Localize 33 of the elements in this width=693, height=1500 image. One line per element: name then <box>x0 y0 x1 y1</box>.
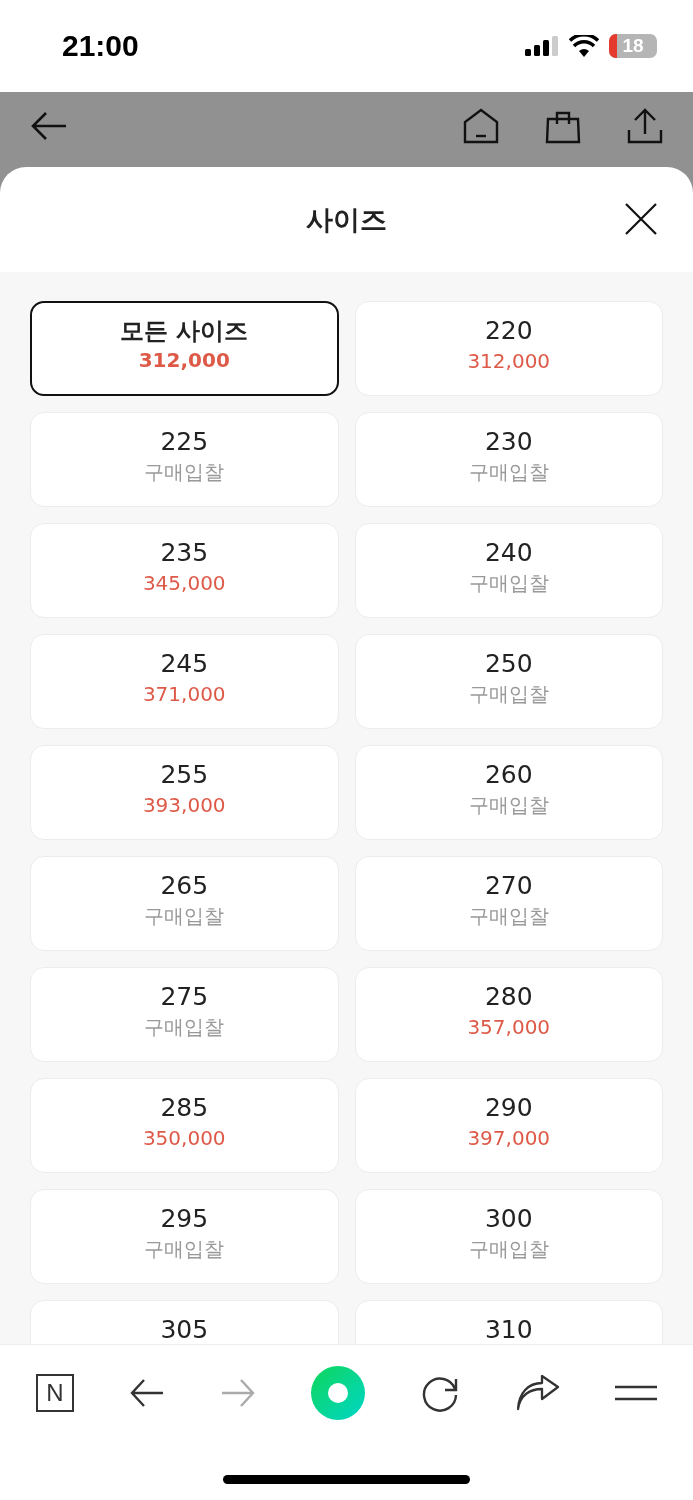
size-option[interactable]: 285 350,000 <box>30 1078 339 1173</box>
size-option[interactable]: 275 구매입찰 <box>30 967 339 1062</box>
status-time: 21:00 <box>62 29 139 63</box>
size-option[interactable]: 250 구매입찰 <box>354 634 663 729</box>
size-option[interactable]: 255 393,000 <box>30 745 339 840</box>
size-option[interactable]: 230 구매입찰 <box>354 412 663 507</box>
size-option[interactable]: 240 구매입찰 <box>354 523 663 618</box>
size-option[interactable]: 310 <box>354 1300 663 1344</box>
size-option[interactable]: 300 구매입찰 <box>354 1189 663 1284</box>
size-option[interactable]: 245 371,000 <box>30 634 339 729</box>
wifi-icon <box>569 35 599 57</box>
size-option[interactable]: 235 345,000 <box>30 523 339 618</box>
home-icon[interactable] <box>463 107 499 144</box>
size-option[interactable]: 265 구매입찰 <box>30 856 339 951</box>
size-option[interactable]: 모든 사이즈 312,000 <box>30 301 339 396</box>
size-option[interactable]: 305 <box>30 1300 339 1344</box>
size-option[interactable]: 220 312,000 <box>354 301 663 396</box>
signal-icon <box>525 36 559 56</box>
size-option[interactable]: 295 구매입찰 <box>30 1189 339 1284</box>
size-option[interactable]: 290 397,000 <box>354 1078 663 1173</box>
size-option[interactable]: 225 구매입찰 <box>30 412 339 507</box>
back-arrow-icon[interactable] <box>129 1378 166 1408</box>
size-option[interactable]: 280 357,000 <box>354 967 663 1062</box>
sheet-title: 사이즈 <box>306 202 387 237</box>
menu-icon[interactable] <box>614 1385 657 1401</box>
share-icon[interactable] <box>627 107 663 144</box>
n-logo-button[interactable]: N <box>36 1374 74 1412</box>
size-option[interactable]: 260 구매입찰 <box>354 745 663 840</box>
battery-icon: 18 <box>609 34 657 58</box>
back-arrow-icon[interactable] <box>30 110 68 141</box>
forward-share-icon[interactable] <box>515 1375 560 1411</box>
close-icon[interactable] <box>625 203 657 235</box>
size-option[interactable]: 270 구매입찰 <box>354 856 663 951</box>
